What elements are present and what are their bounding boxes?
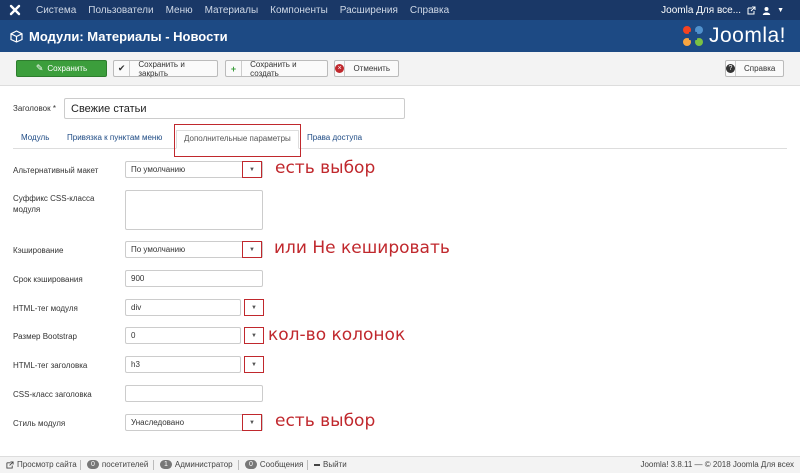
status-divider <box>307 460 308 470</box>
user-icon[interactable] <box>762 6 771 15</box>
save-button[interactable]: ✎ Сохранить <box>16 60 107 77</box>
layout-select[interactable]: По умолчанию ▼ <box>125 161 263 178</box>
bootstrap-size-select[interactable]: 0 ▼ <box>125 327 264 344</box>
annotation-2: или Не кешировать <box>274 238 450 258</box>
status-divider <box>80 460 81 470</box>
menu-item-components[interactable]: Компоненты <box>264 5 334 16</box>
version-info: Joomla! 3.8.11 — © 2018 Joomla Для всех <box>640 460 794 469</box>
visitors-indicator[interactable]: 0 посетителей <box>87 460 148 469</box>
edit-icon: ✎ <box>35 63 44 73</box>
status-divider <box>238 460 239 470</box>
css-suffix-textarea[interactable] <box>125 190 263 230</box>
admins-badge: 1 <box>160 460 172 469</box>
minus-icon <box>314 463 320 466</box>
save-new-button[interactable]: + Сохранить и создать <box>225 60 328 78</box>
chevron-down-icon[interactable]: ▼ <box>242 414 262 431</box>
active-tab-highlight <box>174 124 301 157</box>
css-suffix-label: Суффикс CSS-класса модуля <box>13 194 95 214</box>
cube-icon <box>10 29 23 43</box>
logout-link[interactable]: Выйти <box>314 460 347 469</box>
tab-menu-assignment[interactable]: Привязка к пунктам меню <box>67 133 162 142</box>
chevron-down-icon[interactable]: ▼ <box>244 356 264 373</box>
joomla-brand: Joomla! <box>681 24 786 48</box>
help-button[interactable]: ? Справка <box>725 60 784 77</box>
user-menu-caret-icon[interactable]: ▼ <box>777 7 784 14</box>
html-tag-label: HTML-тег модуля <box>13 304 78 313</box>
joomla-brand-text: Joomla! <box>708 24 786 47</box>
messages-badge: 0 <box>245 460 257 469</box>
menu-item-content[interactable]: Материалы <box>199 5 265 16</box>
main-menu: Система Пользователи Меню Материалы Комп… <box>30 5 455 16</box>
header-tag-label: HTML-тег заголовка <box>13 361 88 370</box>
top-nav-bar: Система Пользователи Меню Материалы Комп… <box>0 0 800 20</box>
module-style-select[interactable]: Унаследовано ▼ <box>125 414 263 431</box>
status-divider <box>153 460 154 470</box>
cache-time-label: Срок кэширования <box>13 275 83 284</box>
page-header: Модули: Материалы - Новости Joomla! <box>0 20 800 52</box>
toolbar: ✎ Сохранить ✔ Сохранить и закрыть + Сохр… <box>0 52 800 86</box>
chevron-down-icon[interactable]: ▼ <box>244 327 264 344</box>
annotation-4: есть выбор <box>275 411 376 431</box>
header-tag-select[interactable]: h3 ▼ <box>125 356 264 373</box>
module-style-label: Стиль модуля <box>13 419 66 428</box>
admins-indicator[interactable]: 1 Администратор <box>160 460 233 469</box>
status-bar: Просмотр сайта 0 посетителей 1 Администр… <box>0 456 800 473</box>
title-input[interactable]: Свежие статьи <box>64 98 405 119</box>
menu-item-extensions[interactable]: Расширения <box>334 5 404 16</box>
menu-item-users[interactable]: Пользователи <box>82 5 159 16</box>
title-label: Заголовок * <box>13 104 56 113</box>
plus-icon: + <box>226 61 243 76</box>
check-icon: ✔ <box>114 61 131 76</box>
preview-site-link[interactable]: Просмотр сайта <box>6 460 77 469</box>
joomla-brand-icon <box>682 26 703 46</box>
external-link-icon <box>6 460 14 469</box>
tab-bar-divider <box>13 148 787 149</box>
cancel-button[interactable]: × Отменить <box>334 60 399 77</box>
page-title: Модули: Материалы - Новости <box>29 28 228 44</box>
header-class-input[interactable] <box>125 385 263 402</box>
question-icon: ? <box>726 61 736 76</box>
external-link-icon[interactable] <box>747 6 756 15</box>
layout-label: Альтернативный макет <box>13 166 99 175</box>
caching-select[interactable]: По умолчанию ▼ <box>125 241 263 258</box>
tab-module[interactable]: Модуль <box>21 133 49 142</box>
cache-time-input[interactable]: 900 <box>125 270 263 287</box>
annotation-1: есть выбор <box>275 158 376 178</box>
joomla-logo-icon[interactable] <box>0 0 30 20</box>
caching-label: Кэширование <box>13 246 64 255</box>
annotation-3: кол-во колонок <box>268 325 406 345</box>
tab-bar: Модуль Привязка к пунктам меню Дополните… <box>13 124 800 156</box>
tab-permissions[interactable]: Права доступа <box>307 133 362 142</box>
cancel-icon: × <box>335 61 346 76</box>
site-name-link[interactable]: Joomla Для все... <box>661 5 741 16</box>
messages-indicator[interactable]: 0 Сообщения <box>245 460 303 469</box>
header-class-label: CSS-класс заголовка <box>13 390 92 399</box>
chevron-down-icon[interactable]: ▼ <box>244 299 264 316</box>
menu-item-system[interactable]: Система <box>30 5 82 16</box>
chevron-down-icon[interactable]: ▼ <box>242 161 262 178</box>
menu-item-help[interactable]: Справка <box>404 5 455 16</box>
save-close-button[interactable]: ✔ Сохранить и закрыть <box>113 60 218 78</box>
visitors-badge: 0 <box>87 460 99 469</box>
html-tag-select[interactable]: div ▼ <box>125 299 264 316</box>
chevron-down-icon[interactable]: ▼ <box>242 241 262 258</box>
bootstrap-size-label: Размер Bootstrap <box>13 332 77 341</box>
menu-item-menus[interactable]: Меню <box>160 5 199 16</box>
